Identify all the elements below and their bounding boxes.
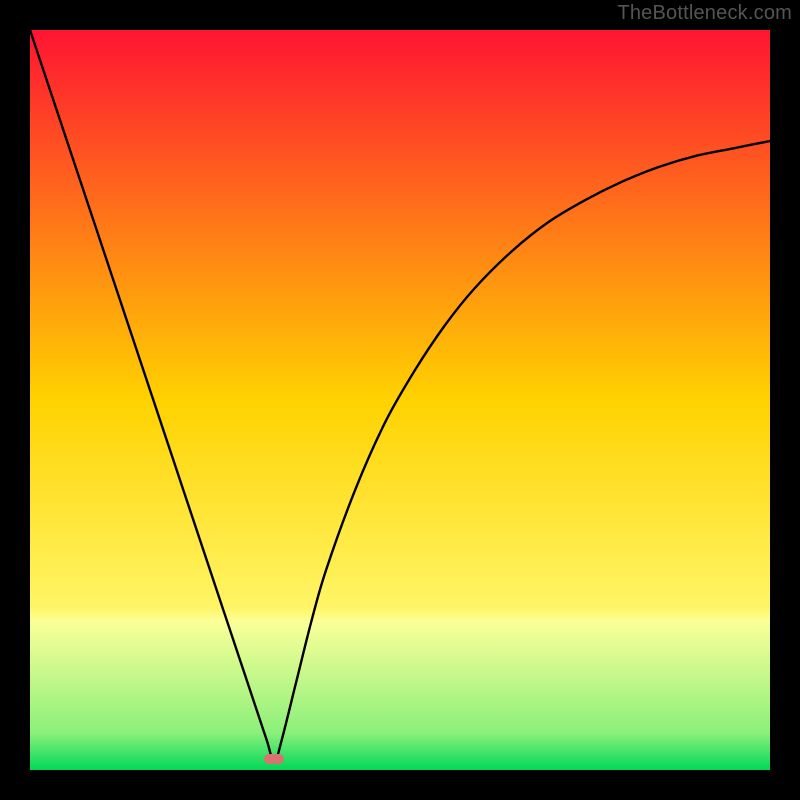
chart-svg — [30, 30, 770, 770]
gradient-background — [30, 30, 770, 770]
plot-area — [30, 30, 770, 770]
watermark-text: TheBottleneck.com — [617, 2, 792, 25]
chart-frame: TheBottleneck.com — [0, 0, 800, 800]
minimum-marker — [264, 754, 284, 764]
